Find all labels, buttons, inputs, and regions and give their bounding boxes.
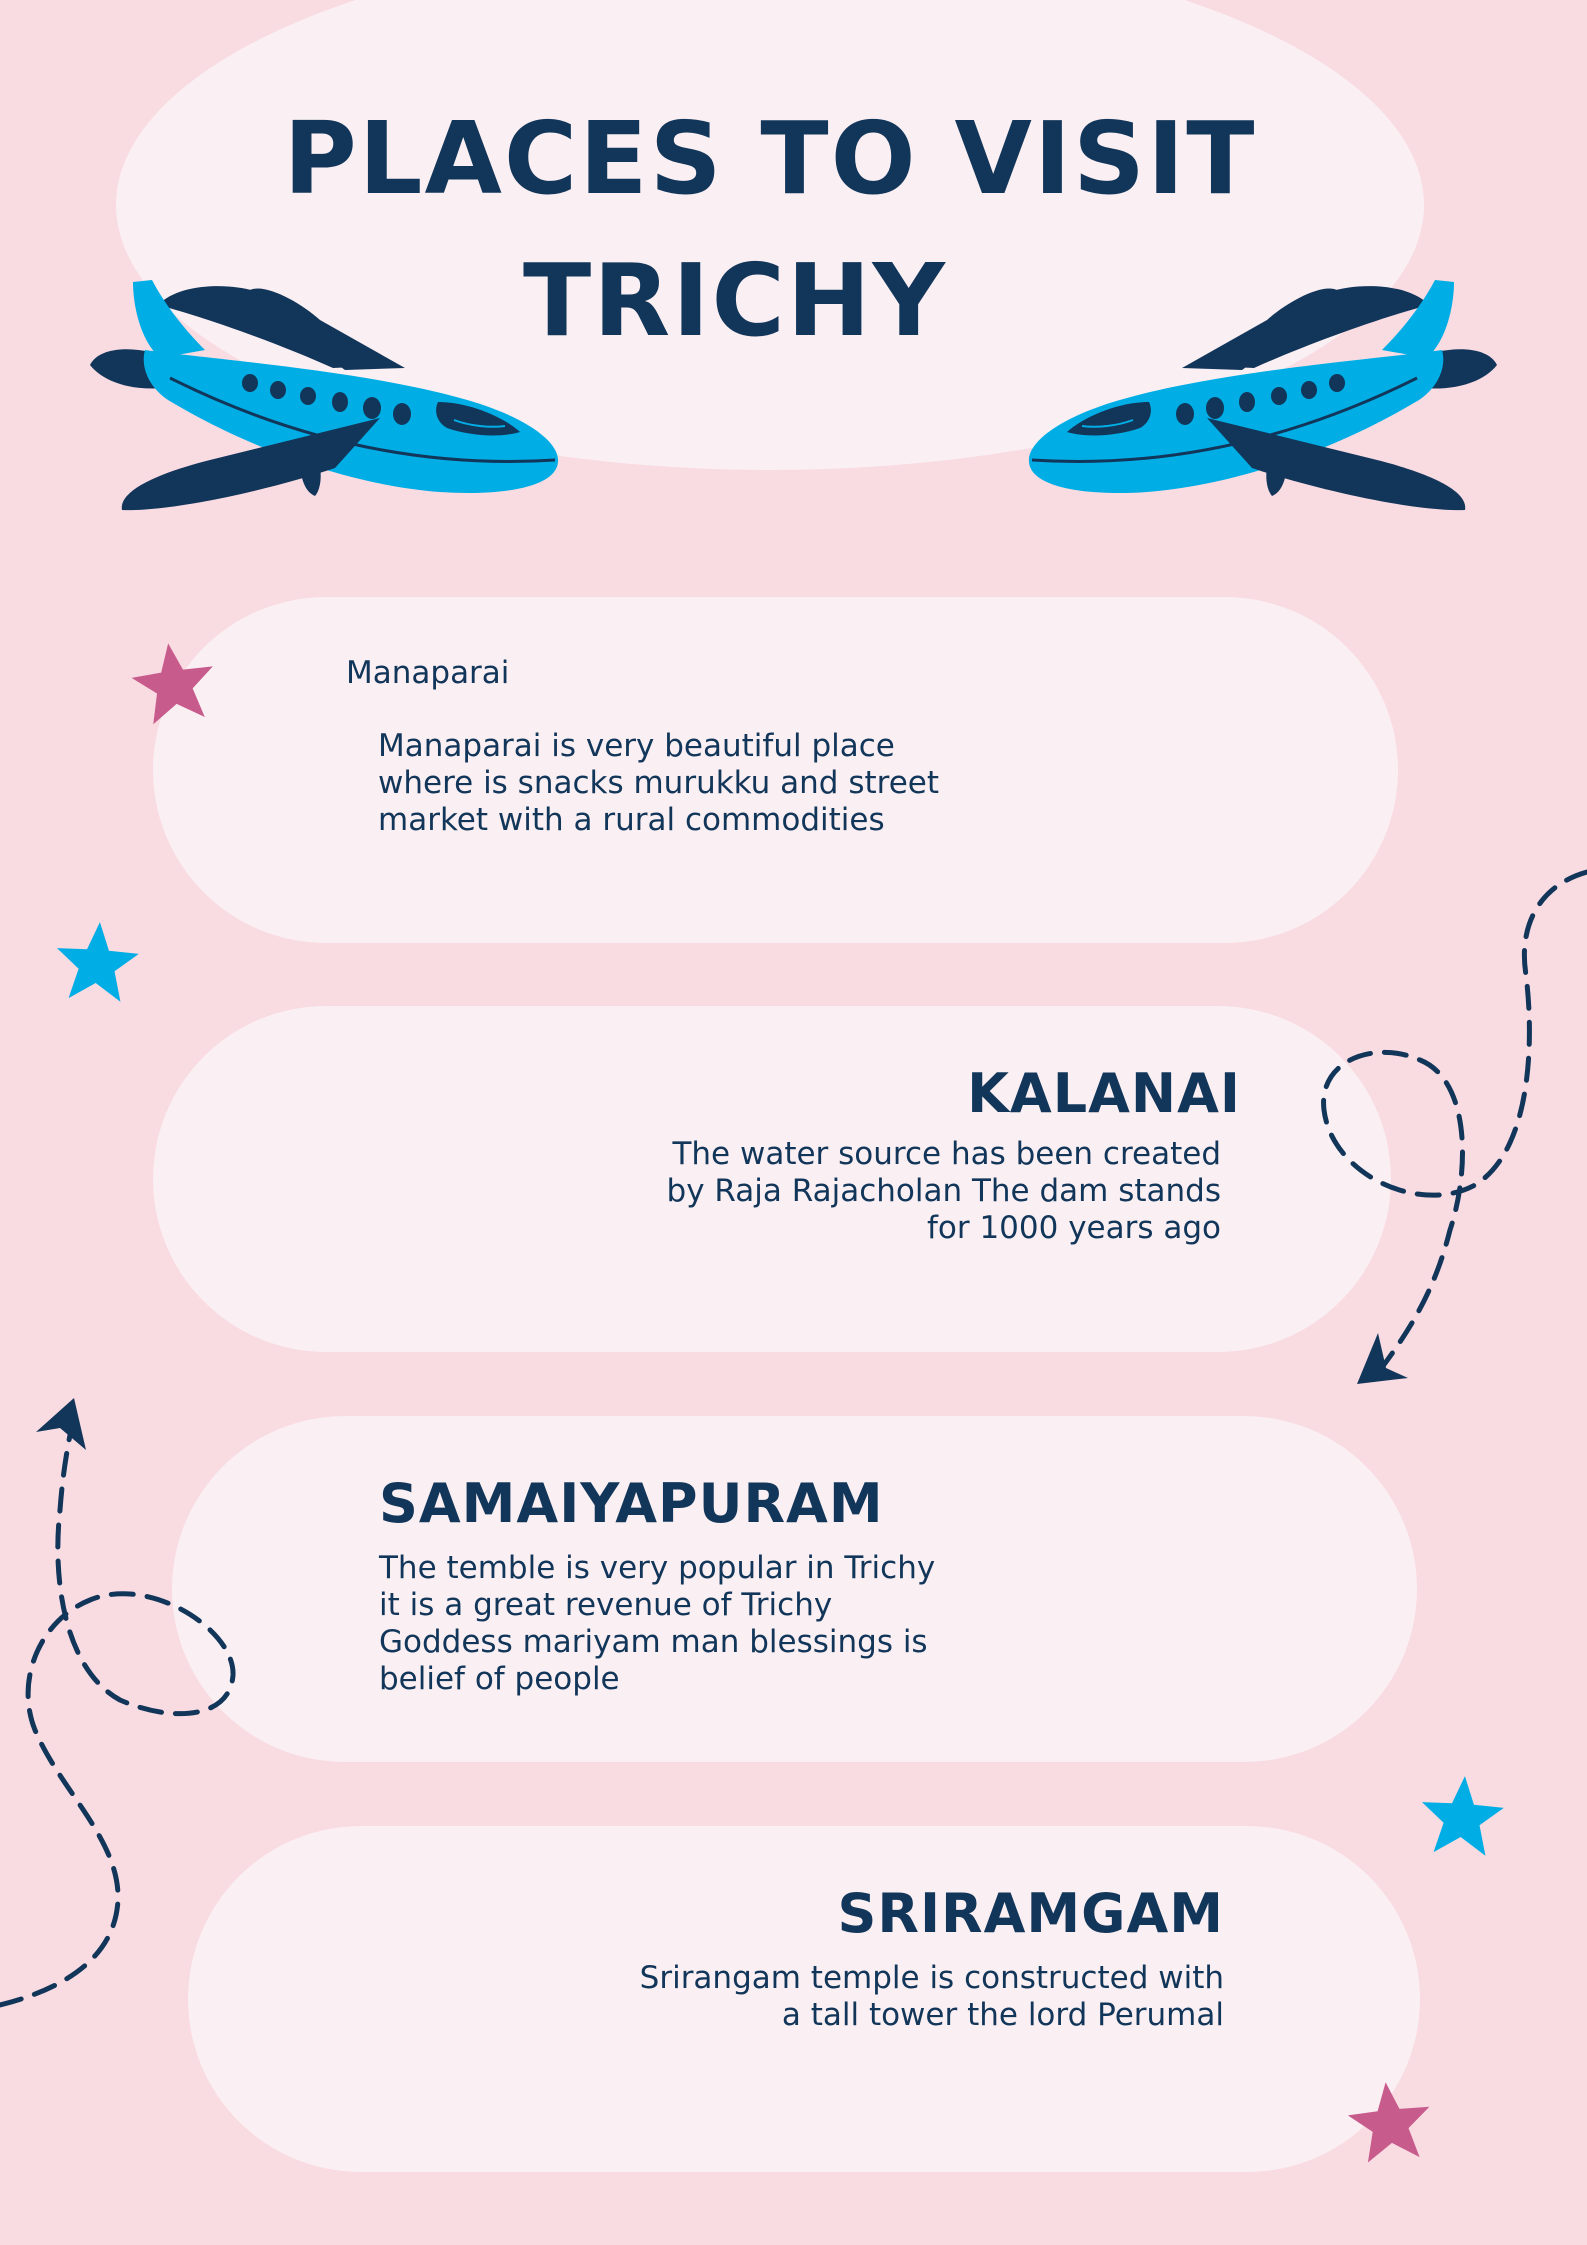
place-title: SRIRAMGAM xyxy=(837,1882,1224,1945)
place-card-manaparai: Manaparai Manaparai is very beautiful pl… xyxy=(153,597,1398,943)
arrow-head-icon xyxy=(36,1398,86,1450)
place-title: SAMAIYAPURAM xyxy=(379,1472,884,1535)
place-card-sriramgam: SRIRAMGAM Srirangam temple is constructe… xyxy=(188,1826,1420,2172)
star-icon xyxy=(53,919,141,1003)
poster: { "title": { "line1": "PLACES TO VISIT",… xyxy=(0,0,1587,2245)
page-title-line-2: TRICHY xyxy=(523,242,947,359)
arrow-head-icon xyxy=(1357,1333,1408,1384)
place-description: The temble is very popular in Trichy it … xyxy=(379,1550,936,1697)
place-card-kalanai: KALANAI The water source has been create… xyxy=(153,1006,1391,1352)
place-description: The water source has been created by Raj… xyxy=(666,1136,1221,1246)
place-description: Srirangam temple is constructed with a t… xyxy=(639,1960,1224,2033)
star-icon xyxy=(1418,1773,1506,1857)
place-description: Manaparai is very beautiful place where … xyxy=(378,728,940,838)
page-title: PLACES TO VISIT TRICHY xyxy=(116,88,1424,372)
place-card-samaiyapuram: SAMAIYAPURAM The temble is very popular … xyxy=(172,1416,1417,1762)
place-title: KALANAI xyxy=(967,1062,1241,1125)
place-title: Manaparai xyxy=(346,655,510,691)
page-title-line-1: PLACES TO VISIT xyxy=(283,100,1257,217)
